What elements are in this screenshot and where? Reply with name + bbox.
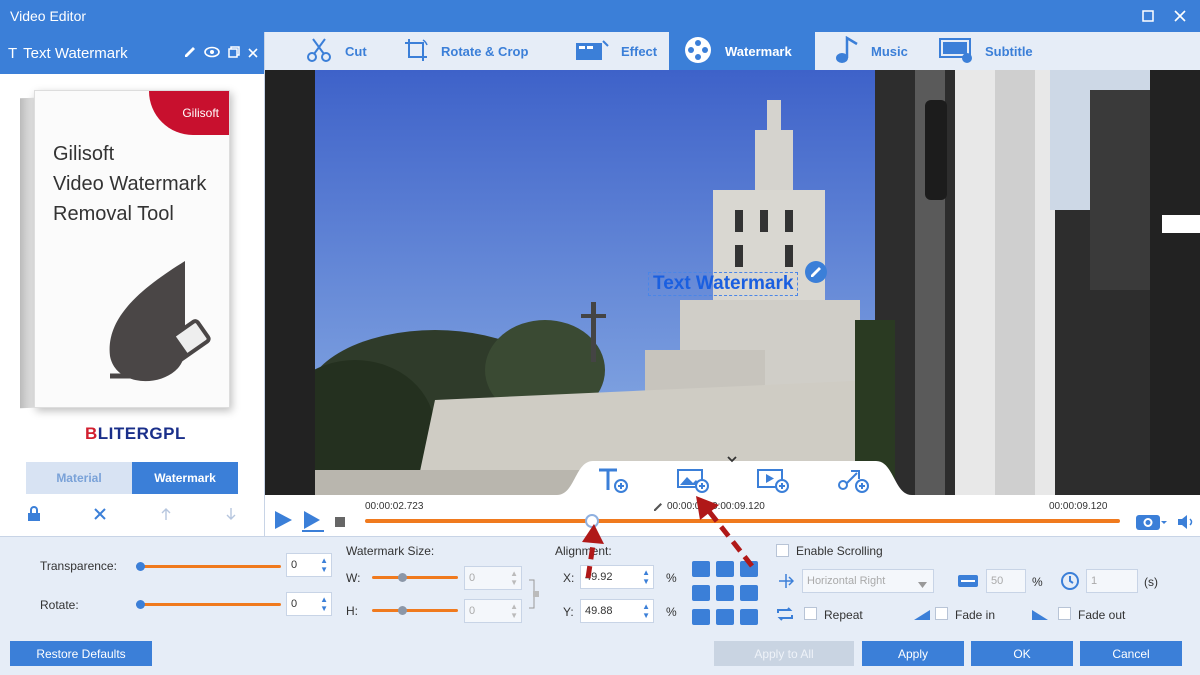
annotation-arrow-to-slider	[585, 537, 597, 579]
annotation-arrow-to-image	[706, 508, 754, 568]
annotation-arrows	[582, 496, 754, 579]
annotation-arrow-head-slider	[582, 524, 604, 544]
